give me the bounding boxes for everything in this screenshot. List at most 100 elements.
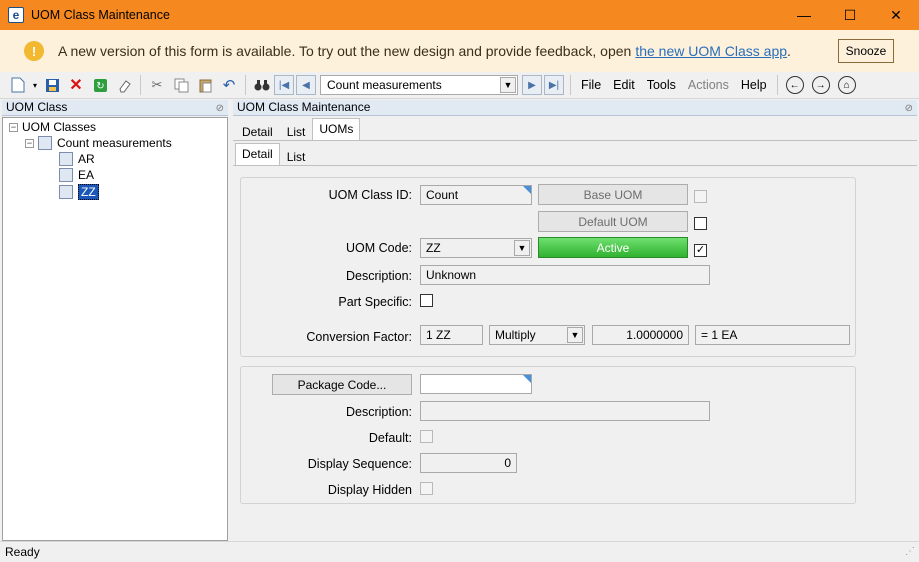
- base-uom-checkbox[interactable]: [694, 190, 707, 203]
- tree-node-ea[interactable]: EA: [59, 168, 94, 182]
- tree-panel-title: UOM Class: [6, 100, 68, 114]
- part-specific-checkbox[interactable]: [420, 294, 433, 307]
- display-hidden-label: Display Hidden: [327, 483, 412, 497]
- save-icon[interactable]: [40, 74, 64, 96]
- first-record-icon[interactable]: |◀: [274, 75, 294, 95]
- tree-node-root[interactable]: − UOM Classes: [9, 120, 96, 134]
- conversion-operator-value: Multiply: [495, 328, 536, 342]
- pin-icon[interactable]: ⊘: [216, 101, 224, 116]
- banner-text: A new version of this form is available.…: [58, 43, 632, 59]
- maximize-button[interactable]: ☐: [827, 0, 873, 30]
- collapse-icon[interactable]: −: [25, 138, 34, 148]
- chevron-down-icon[interactable]: ▼: [567, 327, 583, 343]
- menu-edit[interactable]: Edit: [613, 78, 635, 92]
- record-selector-value: Count measurements: [327, 78, 442, 92]
- main-toolbar: ▾ ✕ ↻ ✂ ↶ |◀ ◀ Count measurements ▼ ▶ ▶|…: [0, 72, 919, 99]
- chevron-down-icon[interactable]: ▼: [514, 240, 530, 256]
- menu-tools[interactable]: Tools: [647, 78, 676, 92]
- description-field[interactable]: Unknown: [420, 265, 710, 285]
- refresh-icon[interactable]: ↻: [88, 74, 112, 96]
- new-icon[interactable]: [6, 74, 30, 96]
- active-status-button[interactable]: Active: [538, 237, 688, 258]
- search-binoculars-icon[interactable]: [250, 74, 274, 96]
- display-sequence-field[interactable]: 0: [420, 453, 517, 473]
- menu-actions[interactable]: Actions: [688, 78, 729, 92]
- default-uom-button[interactable]: Default UOM: [538, 211, 688, 232]
- subtab-list[interactable]: List: [280, 146, 313, 166]
- subtab-detail[interactable]: Detail: [235, 143, 280, 166]
- menu-help[interactable]: Help: [741, 78, 767, 92]
- active-checkbox[interactable]: ✓: [694, 244, 707, 257]
- tab-uoms[interactable]: UOMs: [312, 118, 361, 141]
- package-description-field: [420, 401, 710, 421]
- tree-panel-header: UOM Class ⊘: [2, 100, 228, 116]
- status-text: Ready: [5, 545, 40, 559]
- package-default-checkbox[interactable]: [420, 430, 433, 443]
- package-code-button[interactable]: Package Code...: [272, 374, 412, 395]
- record-selector[interactable]: Count measurements ▼: [320, 75, 518, 95]
- tab-detail[interactable]: Detail: [235, 121, 280, 141]
- back-arrow-icon[interactable]: ←: [785, 76, 804, 94]
- uom-icon: [59, 168, 73, 182]
- window-title: UOM Class Maintenance: [31, 8, 170, 22]
- pin-icon[interactable]: ⊘: [905, 101, 913, 116]
- previous-record-icon[interactable]: ◀: [296, 75, 316, 95]
- copy-icon[interactable]: [169, 74, 193, 96]
- new-app-link[interactable]: the new UOM Class app: [635, 43, 787, 59]
- conversion-factor-field[interactable]: 1.0000000: [592, 325, 689, 345]
- paste-icon[interactable]: [193, 74, 217, 96]
- status-bar: Ready ⋰: [0, 541, 919, 562]
- tree-node-count-measurements[interactable]: − Count measurements: [25, 136, 172, 150]
- toolbar-divider: [776, 75, 778, 95]
- display-hidden-checkbox[interactable]: [420, 482, 433, 495]
- subtab-divider: [233, 165, 917, 166]
- window-controls: — ☐ ✕: [781, 0, 919, 30]
- minimize-button[interactable]: —: [781, 0, 827, 30]
- app-logo-icon: e: [8, 7, 24, 23]
- close-window-button[interactable]: ✕: [873, 0, 919, 30]
- tree-node-label: EA: [78, 168, 95, 182]
- collapse-icon[interactable]: −: [9, 122, 18, 132]
- delete-icon[interactable]: ✕: [64, 74, 88, 96]
- last-record-icon[interactable]: ▶|: [544, 75, 564, 95]
- tree-node-label: Count measurements: [57, 136, 172, 150]
- uom-code-label: UOM Code:: [346, 241, 412, 255]
- toolbar-divider: [140, 75, 141, 95]
- conversion-operator-select[interactable]: Multiply ▼: [489, 325, 585, 345]
- sub-tabs: Detail List: [235, 142, 312, 166]
- new-dropdown-icon[interactable]: ▾: [30, 74, 40, 96]
- chevron-down-icon[interactable]: ▼: [500, 77, 516, 93]
- next-record-icon[interactable]: ▶: [522, 75, 542, 95]
- uom-code-select[interactable]: ZZ ▼: [420, 238, 532, 258]
- cut-icon[interactable]: ✂: [145, 74, 169, 96]
- package-code-field[interactable]: [420, 374, 532, 394]
- default-uom-checkbox[interactable]: [694, 217, 707, 230]
- main-panel-title: UOM Class Maintenance: [237, 100, 371, 114]
- toolbar-divider: [570, 75, 571, 95]
- description-label: Description:: [346, 269, 412, 283]
- tree-node-ar[interactable]: AR: [59, 152, 95, 166]
- new-version-banner: ! A new version of this form is availabl…: [0, 30, 919, 72]
- uom-class-id-field[interactable]: Count: [420, 185, 532, 205]
- forward-arrow-icon[interactable]: →: [811, 76, 830, 94]
- uom-icon: [59, 152, 73, 166]
- home-icon[interactable]: ⌂: [837, 76, 856, 94]
- conversion-uom-field: 1 ZZ: [420, 325, 483, 345]
- uom-class-icon: [38, 136, 52, 150]
- resize-grip-icon[interactable]: ⋰: [905, 542, 915, 562]
- menu-file[interactable]: File: [581, 78, 601, 92]
- uom-icon: [59, 185, 73, 199]
- undo-icon[interactable]: ↶: [217, 74, 241, 96]
- toolbar-divider: [245, 75, 246, 95]
- clear-icon[interactable]: [112, 74, 136, 96]
- tab-list[interactable]: List: [280, 121, 313, 141]
- tree-node-label: UOM Classes: [22, 120, 97, 134]
- snooze-button[interactable]: Snooze: [838, 39, 894, 63]
- banner-period: .: [787, 43, 791, 59]
- base-uom-button[interactable]: Base UOM: [538, 184, 688, 205]
- tree-node-zz[interactable]: ZZ: [59, 184, 99, 200]
- main-tabs: Detail List UOMs: [235, 117, 361, 141]
- conversion-result-field: = 1 EA: [695, 325, 850, 345]
- tree-node-label-selected: ZZ: [78, 184, 99, 200]
- uom-code-value: ZZ: [426, 241, 441, 255]
